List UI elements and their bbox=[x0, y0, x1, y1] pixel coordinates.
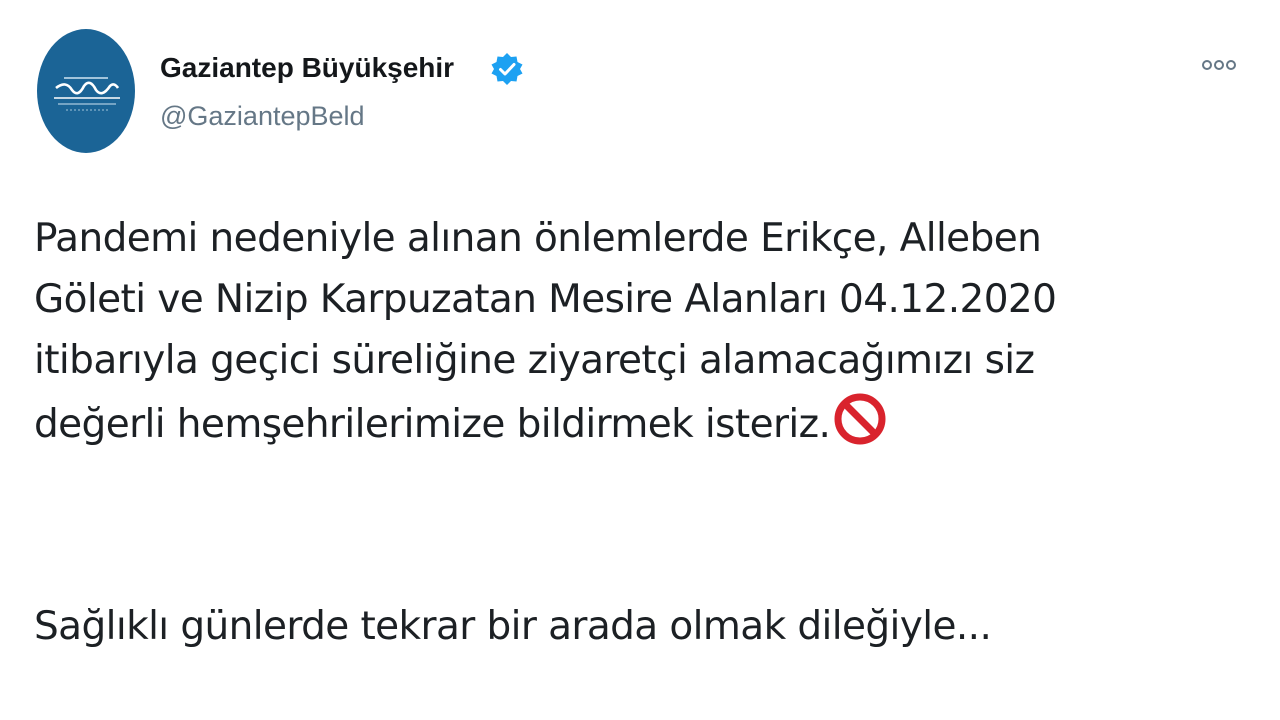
tweet-text-line: değerli hemşehrilerimize bildirmek ister… bbox=[34, 402, 831, 447]
gaziantep-logo-icon bbox=[37, 29, 135, 153]
display-name[interactable]: Gaziantep Büyükşehir bbox=[160, 50, 454, 86]
tweet-text: Pandemi nedeniyle alınan önlemlerde Erik… bbox=[34, 208, 1254, 455]
tweet-text-line: Pandemi nedeniyle alınan önlemlerde Erik… bbox=[34, 216, 1042, 261]
avatar[interactable] bbox=[36, 28, 136, 154]
no-entry-icon bbox=[832, 391, 888, 447]
verified-badge-icon bbox=[490, 52, 524, 86]
user-handle[interactable]: @GaziantepBeld bbox=[160, 98, 365, 134]
tweet-text-paragraph: Sağlıklı günlerde tekrar bir arada olmak… bbox=[34, 604, 992, 649]
tweet-card: Gaziantep Büyükşehir @GaziantepBeld Pand… bbox=[0, 0, 1280, 720]
tweet-text-line: itibarıyla geçici süreliğine ziyaretçi a… bbox=[34, 338, 1035, 383]
more-options-button[interactable] bbox=[1196, 50, 1242, 80]
more-options-icon bbox=[1202, 60, 1236, 70]
tweet-text-line: Göleti ve Nizip Karpuzatan Mesire Alanla… bbox=[34, 277, 1057, 322]
